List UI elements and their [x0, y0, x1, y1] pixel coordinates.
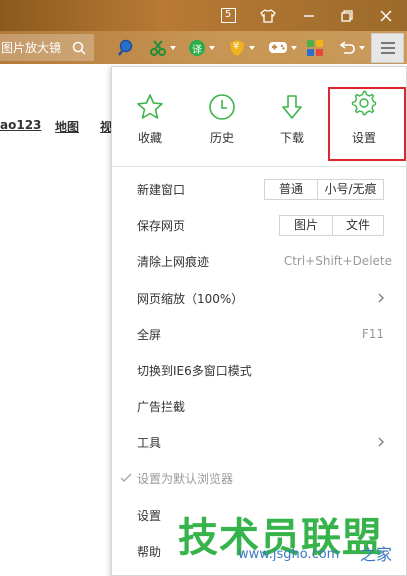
- minimize-icon[interactable]: [292, 0, 326, 31]
- clear-history-label: 清除上网痕迹: [137, 254, 210, 269]
- chevron-down-icon: [170, 46, 176, 50]
- translate-badge: 译: [192, 45, 202, 56]
- search-box-text: 图片放大镜: [1, 41, 62, 55]
- magnifier-tool-icon[interactable]: [118, 38, 136, 58]
- main-menu-button[interactable]: [371, 33, 404, 63]
- menu-item-fullscreen[interactable]: 全屏 F11: [112, 316, 406, 352]
- chevron-right-icon: [378, 437, 384, 447]
- quick-history[interactable]: 历史: [186, 67, 258, 167]
- menu-item-ie6-mode[interactable]: 切换到IE6多窗口模式: [112, 352, 406, 388]
- chevron-down-icon: [249, 46, 255, 50]
- security-badge: ¥: [233, 41, 240, 52]
- hamburger-icon: [380, 42, 395, 54]
- tab-count-badge: 5: [220, 8, 236, 23]
- adblock-label: 广告拦截: [137, 399, 186, 414]
- download-arrow-icon: [282, 95, 302, 119]
- translate-icon[interactable]: 译: [188, 38, 215, 58]
- settings-highlight-box: [328, 87, 406, 161]
- chevron-down-icon: [359, 46, 365, 50]
- save-as-file-button[interactable]: 文件: [332, 216, 383, 235]
- menu-item-new-window[interactable]: 新建窗口 普通 小号/无痕: [112, 171, 406, 207]
- page-link[interactable]: ao123: [0, 118, 41, 132]
- quick-download-label: 下载: [279, 131, 304, 145]
- quick-favorites-label: 收藏: [137, 131, 162, 145]
- apps-grid-icon[interactable]: [307, 38, 323, 58]
- page-link[interactable]: 地图: [55, 118, 79, 135]
- title-bar: 5: [0, 0, 407, 31]
- new-window-normal-button[interactable]: 普通: [265, 180, 317, 199]
- clock-icon: [209, 94, 235, 120]
- new-window-options: 普通 小号/无痕: [264, 179, 384, 200]
- zoom-label: 网页缩放（100%）: [137, 291, 244, 306]
- menu-item-clear-history[interactable]: 清除上网痕迹 Ctrl+Shift+Delete: [112, 243, 406, 279]
- chevron-down-icon: [209, 46, 215, 50]
- tab-count-button[interactable]: 5: [211, 0, 245, 31]
- watermark-url: www.jsgho.com: [238, 547, 340, 562]
- chevron-down-icon: [291, 46, 297, 50]
- restore-icon[interactable]: [330, 0, 364, 31]
- menu-item-save-page[interactable]: 保存网页 图片 文件: [112, 207, 406, 243]
- security-shield-icon[interactable]: ¥: [228, 38, 255, 58]
- help-label: 帮助: [137, 544, 162, 559]
- close-icon[interactable]: [369, 0, 403, 31]
- new-window-label: 新建窗口: [137, 182, 186, 197]
- menu-item-zoom[interactable]: 网页缩放（100%）: [112, 280, 406, 316]
- search-icon[interactable]: [72, 38, 86, 58]
- menu-item-tools[interactable]: 工具: [112, 424, 406, 460]
- menu-item-adblock[interactable]: 广告拦截: [112, 388, 406, 424]
- scissors-icon[interactable]: [149, 38, 176, 58]
- skin-shirt-icon[interactable]: [251, 0, 285, 31]
- quick-actions: 收藏 历史 下载 设置: [112, 67, 406, 167]
- save-page-label: 保存网页: [137, 218, 186, 233]
- fullscreen-label: 全屏: [137, 327, 162, 342]
- gamepad-icon[interactable]: [268, 38, 297, 58]
- menu-item-default-browser[interactable]: 设置为默认浏览器: [112, 460, 406, 496]
- star-icon: [137, 94, 163, 119]
- settings-label: 设置: [137, 508, 162, 523]
- quick-favorites[interactable]: 收藏: [114, 67, 186, 167]
- main-menu-dropdown: 收藏 历史 下载 设置 新建窗口 普通 小号/无痕 保存网页 图片 文件 清除上…: [111, 66, 407, 576]
- undo-icon[interactable]: [338, 38, 365, 58]
- new-window-private-button[interactable]: 小号/无痕: [317, 180, 383, 199]
- clear-history-shortcut: Ctrl+Shift+Delete: [283, 254, 392, 268]
- quick-history-label: 历史: [209, 131, 234, 145]
- tools-label: 工具: [137, 435, 162, 450]
- chevron-right-icon: [378, 293, 384, 303]
- toolbar: 图片放大镜 译 ¥: [0, 31, 407, 64]
- watermark-sub-text: 之家: [360, 545, 393, 564]
- default-browser-label: 设置为默认浏览器: [137, 471, 234, 486]
- checkmark-icon: [120, 473, 132, 482]
- save-as-image-button[interactable]: 图片: [280, 216, 332, 235]
- ie6-mode-label: 切换到IE6多窗口模式: [137, 363, 252, 378]
- fullscreen-shortcut: F11: [361, 327, 384, 341]
- quick-download[interactable]: 下载: [256, 67, 328, 167]
- save-page-options: 图片 文件: [279, 215, 384, 236]
